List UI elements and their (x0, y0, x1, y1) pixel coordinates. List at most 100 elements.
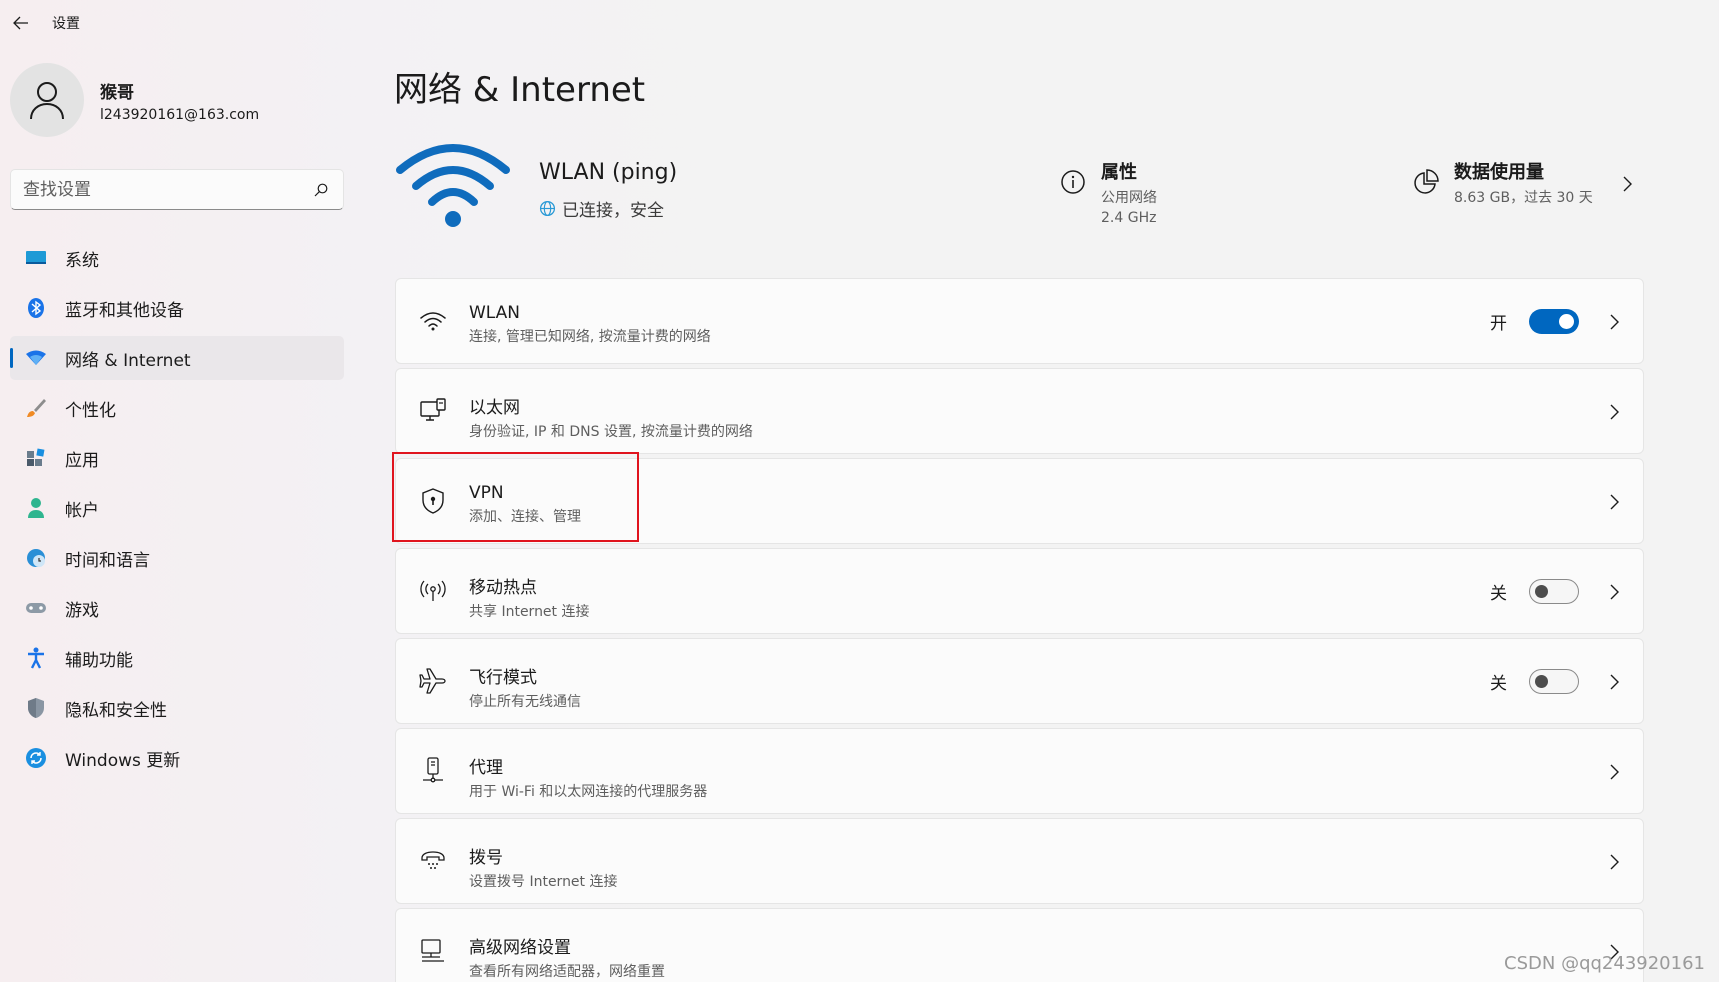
profile-email: l243920161@163.com (100, 106, 260, 123)
monitor-icon (24, 246, 48, 270)
row-subtitle: 停止所有无线通信 (469, 694, 581, 710)
row-advanced-network[interactable]: 高级网络设置 查看所有网络适配器，网络重置 (395, 908, 1644, 982)
row-wlan[interactable]: WLAN 连接, 管理已知网络, 按流量计费的网络 开 (395, 278, 1644, 364)
proxy-server-icon (418, 756, 448, 786)
sidebar-item-windows-update[interactable]: Windows 更新 (10, 736, 344, 780)
sidebar-item-label: Windows 更新 (65, 750, 181, 771)
row-subtitle: 身份验证, IP 和 DNS 设置, 按流量计费的网络 (469, 424, 753, 440)
data-usage[interactable]: 数据使用量 8.63 GB，过去 30 天 (1412, 158, 1593, 208)
chevron-right-icon[interactable] (1607, 312, 1621, 332)
row-subtitle: 共享 Internet 连接 (469, 604, 590, 620)
network-adapter-icon (418, 936, 448, 966)
airplane-mode-toggle[interactable] (1529, 669, 1579, 694)
sidebar-item-label: 时间和语言 (65, 550, 150, 571)
sidebar-item-label: 辅助功能 (65, 650, 133, 671)
search-icon[interactable] (311, 180, 331, 200)
toggle-state-label: 关 (1490, 584, 1507, 604)
row-proxy[interactable]: 代理 用于 Wi-Fi 和以太网连接的代理服务器 (395, 728, 1644, 814)
wifi-icon (418, 306, 448, 336)
back-button[interactable] (10, 12, 32, 34)
sidebar-item-network[interactable]: 网络 & Internet (10, 336, 344, 380)
sidebar-item-accessibility[interactable]: 辅助功能 (10, 636, 344, 680)
hotspot-toggle[interactable] (1529, 579, 1579, 604)
update-icon (24, 746, 48, 770)
chevron-right-icon[interactable] (1607, 852, 1621, 872)
toggle-state-label: 开 (1490, 314, 1507, 334)
row-subtitle: 用于 Wi-Fi 和以太网连接的代理服务器 (469, 784, 708, 800)
chevron-right-icon[interactable] (1607, 582, 1621, 602)
sidebar-item-time-language[interactable]: 时间和语言 (10, 536, 344, 580)
wlan-toggle[interactable] (1529, 309, 1579, 334)
usage-line1: 8.63 GB，过去 30 天 (1454, 190, 1593, 206)
info-icon (1061, 170, 1085, 194)
network-status-text: 已连接，安全 (562, 201, 664, 221)
toggle-state-label: 关 (1490, 674, 1507, 694)
row-title: 拨号 (469, 848, 503, 868)
row-subtitle: 添加、连接、管理 (469, 509, 581, 525)
row-title: VPN (469, 483, 504, 503)
row-subtitle: 设置拨号 Internet 连接 (469, 874, 618, 890)
properties-title: 属性 (1101, 162, 1137, 183)
network-properties[interactable]: 属性 公用网络 2.4 GHz (1059, 158, 1157, 228)
row-mobile-hotspot[interactable]: 移动热点 共享 Internet 连接 关 (395, 548, 1644, 634)
profile-name: 猴哥 (100, 82, 134, 103)
chevron-right-icon[interactable] (1620, 174, 1634, 194)
chevron-right-icon[interactable] (1607, 762, 1621, 782)
sidebar-item-bluetooth[interactable]: 蓝牙和其他设备 (10, 286, 344, 330)
apps-icon (24, 446, 48, 470)
watermark: CSDN @qq243920161 (1504, 953, 1705, 974)
row-title: WLAN (469, 303, 521, 323)
globe-clock-icon (24, 546, 48, 570)
sidebar-item-label: 应用 (65, 450, 99, 471)
sidebar-item-label: 隐私和安全性 (65, 700, 167, 721)
network-status: 已连接，安全 (539, 196, 664, 221)
row-vpn[interactable]: VPN 添加、连接、管理 (395, 458, 1644, 544)
row-title: 代理 (469, 758, 503, 778)
avatar (10, 63, 84, 137)
hotspot-icon (418, 576, 448, 606)
sidebar-item-apps[interactable]: 应用 (10, 436, 344, 480)
row-title: 飞行模式 (469, 668, 537, 688)
gamepad-icon (24, 596, 48, 620)
row-dial-up[interactable]: 拨号 设置拨号 Internet 连接 (395, 818, 1644, 904)
network-name: WLAN (ping) (539, 160, 678, 185)
row-title: 高级网络设置 (469, 938, 571, 958)
sidebar-item-label: 系统 (65, 250, 99, 271)
properties-line2: 2.4 GHz (1101, 210, 1157, 226)
globe-icon (539, 200, 556, 217)
sidebar-item-system[interactable]: 系统 (10, 236, 344, 280)
brush-icon (24, 396, 48, 420)
chevron-right-icon[interactable] (1607, 492, 1621, 512)
properties-line1: 公用网络 (1101, 190, 1157, 206)
chevron-right-icon[interactable] (1607, 402, 1621, 422)
wifi-icon (24, 346, 48, 370)
back-arrow-icon (13, 16, 28, 30)
sidebar-item-gaming[interactable]: 游戏 (10, 586, 344, 630)
sidebar-item-personalization[interactable]: 个性化 (10, 386, 344, 430)
ethernet-icon (418, 396, 448, 426)
person-icon (30, 82, 64, 120)
sidebar-nav: 系统 蓝牙和其他设备 网络 & Internet 个性化 应用 帐户 时间和语言… (10, 236, 344, 786)
chevron-right-icon[interactable] (1607, 672, 1621, 692)
app-title: 设置 (52, 16, 80, 32)
search-input[interactable] (23, 179, 311, 200)
account-icon (24, 496, 48, 520)
title-bar: 设置 (0, 0, 1719, 44)
shield-icon (24, 696, 48, 720)
row-ethernet[interactable]: 以太网 身份验证, IP 和 DNS 设置, 按流量计费的网络 (395, 368, 1644, 454)
search-box[interactable] (10, 169, 344, 210)
sidebar-item-label: 蓝牙和其他设备 (65, 300, 184, 321)
bluetooth-icon (24, 296, 48, 320)
row-airplane-mode[interactable]: 飞行模式 停止所有无线通信 关 (395, 638, 1644, 724)
sidebar-item-accounts[interactable]: 帐户 (10, 486, 344, 530)
dial-up-icon (418, 846, 448, 876)
wifi-large-icon (396, 144, 510, 227)
shield-lock-icon (418, 486, 448, 516)
settings-list: WLAN 连接, 管理已知网络, 按流量计费的网络 开 以太网 身份验证, IP… (395, 278, 1644, 982)
sidebar-item-label: 个性化 (65, 400, 116, 421)
sidebar-item-privacy[interactable]: 隐私和安全性 (10, 686, 344, 730)
user-profile[interactable]: 猴哥 l243920161@163.com (10, 62, 259, 138)
accessibility-icon (24, 646, 48, 670)
row-title: 移动热点 (469, 578, 537, 598)
sidebar-item-label: 游戏 (65, 600, 99, 621)
